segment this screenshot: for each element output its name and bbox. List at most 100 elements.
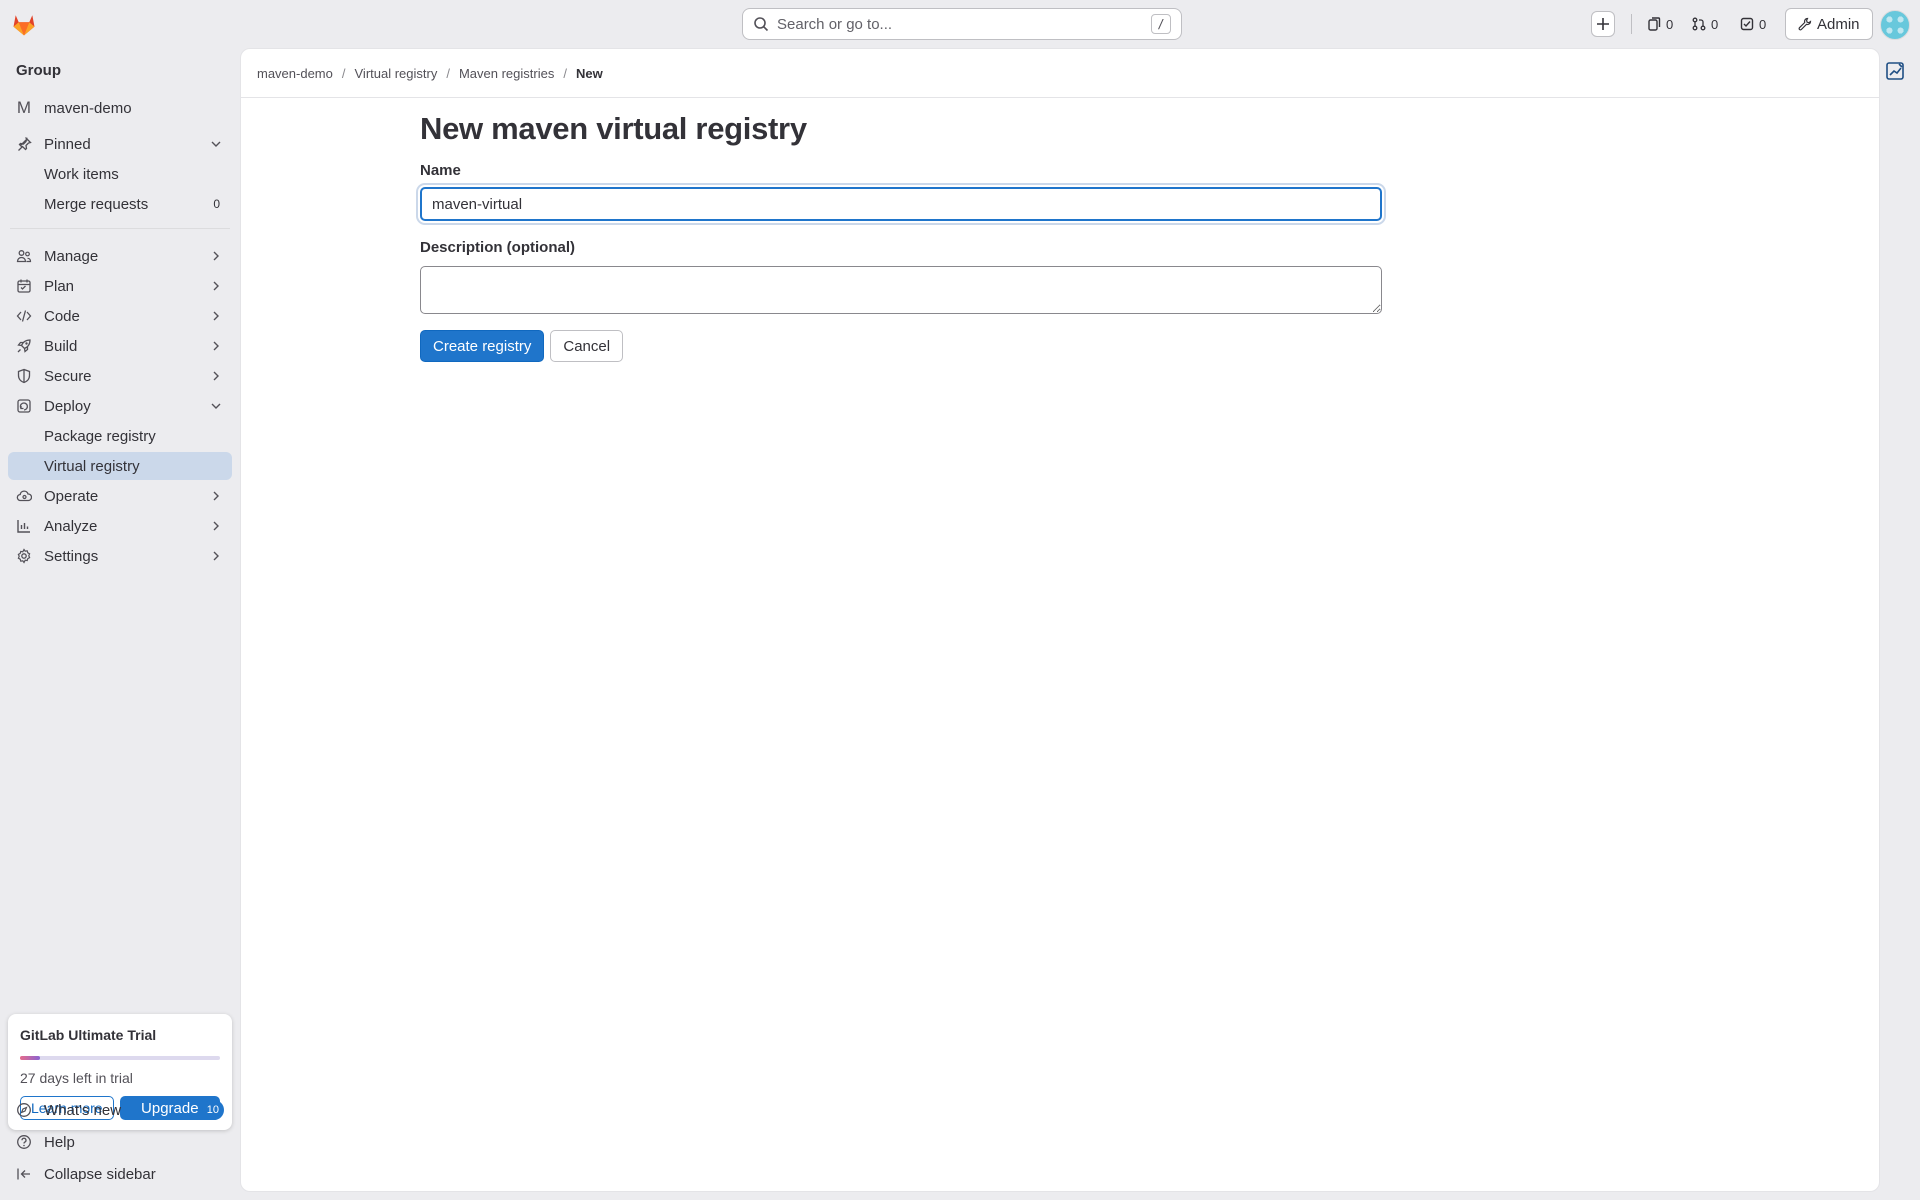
sidebar-item-analyze[interactable]: Analyze [8, 512, 232, 540]
group-avatar: M [16, 98, 32, 117]
breadcrumb-separator: / [341, 65, 346, 81]
sidebar-item-manage[interactable]: Manage [8, 242, 232, 270]
code-icon [16, 308, 32, 324]
collapse-sidebar-label: Collapse sidebar [44, 1165, 156, 1183]
package-registry-label: Package registry [44, 427, 156, 445]
merge-requests-button[interactable]: 0 [1692, 11, 1718, 37]
deploy-icon [16, 398, 32, 414]
sidebar-item-work-items[interactable]: Work items [8, 160, 232, 188]
sidebar-item-secure[interactable]: Secure [8, 362, 232, 390]
wrench-icon [1798, 17, 1812, 31]
pinned-label: Pinned [44, 135, 91, 153]
manage-label: Manage [44, 247, 99, 265]
sidebar-item-build[interactable]: Build [8, 332, 232, 360]
shield-icon [16, 368, 32, 384]
calendar-icon [16, 278, 32, 294]
breadcrumb-separator: / [446, 65, 450, 81]
operate-label: Operate [44, 487, 99, 505]
name-input[interactable] [420, 187, 1382, 221]
sidebar-context-title: Group [16, 62, 61, 79]
sidebar-item-code[interactable]: Code [8, 302, 232, 330]
todos-count: 0 [1759, 16, 1767, 32]
chevron-right-icon [213, 491, 219, 501]
search-icon [754, 17, 769, 32]
virtual-registry-label: Virtual registry [44, 457, 140, 475]
compass-icon [16, 1102, 32, 1118]
issues-count: 0 [1666, 16, 1674, 32]
trial-days-left: 27 days left in trial [20, 1070, 133, 1086]
sidebar-divider [10, 228, 230, 229]
sidebar-item-package-registry[interactable]: Package registry [8, 422, 232, 450]
sidebar-group-link[interactable]: M maven-demo [8, 94, 232, 122]
search-input[interactable]: Search or go to... / [742, 8, 1182, 40]
sidebar-item-deploy[interactable]: Deploy [8, 392, 232, 420]
sidebar-item-settings[interactable]: Settings [8, 542, 232, 570]
whats-new-button[interactable]: What's new 10 [8, 1096, 232, 1124]
cancel-button[interactable]: Cancel [550, 330, 624, 362]
form-actions: Create registry Cancel [420, 330, 1382, 362]
chevron-right-icon [213, 281, 219, 291]
plus-icon [1597, 18, 1609, 30]
description-textarea[interactable] [420, 266, 1382, 314]
chevron-right-icon [213, 341, 219, 351]
sidebar-item-merge-requests[interactable]: Merge requests 0 [8, 190, 232, 218]
admin-button[interactable]: Admin [1785, 8, 1873, 40]
users-icon [16, 248, 32, 264]
name-field-label: Name [420, 162, 461, 179]
merge-requests-label: Merge requests [44, 195, 149, 213]
chevron-right-icon [213, 521, 219, 531]
search-shortcut-key: / [1151, 14, 1171, 34]
whats-new-label: What's new [44, 1101, 122, 1119]
chevron-down-icon [211, 403, 221, 409]
issues-button[interactable]: 0 [1647, 11, 1673, 37]
chevron-right-icon [213, 311, 219, 321]
breadcrumb-group[interactable]: maven-demo [257, 66, 333, 81]
todo-icon [1740, 17, 1754, 31]
rocket-icon [16, 338, 32, 354]
collapse-sidebar-button[interactable]: Collapse sidebar [8, 1160, 232, 1188]
breadcrumb-separator: / [563, 65, 567, 81]
create-new-button[interactable] [1591, 11, 1615, 37]
cloud-gear-icon [16, 488, 32, 504]
trial-progress-fill [20, 1056, 40, 1060]
top-bar: Search or go to... / 0 0 0 Admin [0, 0, 1920, 48]
chevron-right-icon [213, 551, 219, 561]
breadcrumb: maven-demo / Virtual registry / Maven re… [257, 49, 603, 97]
create-registry-button[interactable]: Create registry [420, 330, 545, 362]
duo-chat-icon[interactable] [1884, 60, 1906, 82]
whats-new-count-badge: 10 [201, 1100, 224, 1120]
issues-icon [1648, 17, 1661, 31]
description-field-label: Description (optional) [420, 239, 575, 256]
plan-label: Plan [44, 277, 75, 295]
sidebar-item-pinned[interactable]: Pinned [8, 130, 232, 158]
gitlab-logo-icon[interactable] [10, 10, 38, 38]
pin-icon [16, 136, 32, 152]
main-panel: maven-demo / Virtual registry / Maven re… [240, 48, 1880, 1192]
breadcrumb-divider [241, 97, 1879, 98]
merge-requests-sidebar-count: 0 [213, 197, 220, 211]
new-registry-form: New maven virtual registry Name Descript… [420, 111, 1382, 362]
merge-requests-count: 0 [1711, 16, 1719, 32]
breadcrumb-maven-registries[interactable]: Maven registries [459, 66, 554, 81]
gear-icon [16, 548, 32, 564]
help-label: Help [44, 1133, 75, 1151]
sidebar: Group M maven-demo Pinned Work items Mer… [0, 48, 240, 1200]
work-items-label: Work items [44, 165, 119, 183]
help-button[interactable]: Help [8, 1128, 232, 1156]
settings-label: Settings [44, 547, 99, 565]
sidebar-item-operate[interactable]: Operate [8, 482, 232, 510]
build-label: Build [44, 337, 78, 355]
search-placeholder: Search or go to... [777, 15, 893, 33]
breadcrumb-virtual-registry[interactable]: Virtual registry [355, 66, 438, 81]
code-label: Code [44, 307, 80, 325]
deploy-label: Deploy [44, 397, 91, 415]
todos-button[interactable]: 0 [1740, 11, 1766, 37]
breadcrumb-current: New [575, 65, 603, 81]
sidebar-item-virtual-registry[interactable]: Virtual registry [8, 452, 232, 480]
group-name: maven-demo [44, 99, 132, 117]
merge-request-icon [1692, 17, 1706, 31]
user-avatar[interactable] [1880, 10, 1910, 40]
analyze-label: Analyze [44, 517, 98, 535]
sidebar-item-plan[interactable]: Plan [8, 272, 232, 300]
trial-title: GitLab Ultimate Trial [20, 1027, 157, 1043]
